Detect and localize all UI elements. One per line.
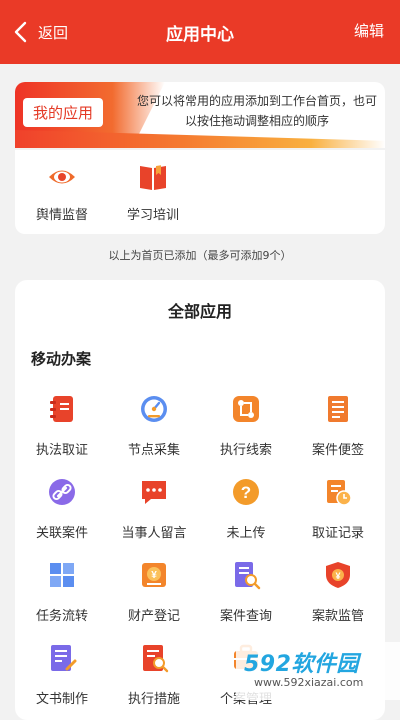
watermark: 592软件园 www.592xiazai.com bbox=[236, 642, 400, 700]
notepad-icon bbox=[328, 396, 348, 422]
my-apps-list: 舆情监督 学习培训 bbox=[15, 150, 385, 234]
app-related-cases[interactable]: 关联案件 bbox=[16, 477, 108, 541]
money-icon: ¥ bbox=[142, 563, 166, 587]
app-label: 执行措施 bbox=[127, 692, 180, 707]
eye-icon bbox=[45, 160, 79, 194]
app-case-notes[interactable]: 案件便签 bbox=[292, 394, 384, 458]
my-apps-card: 我的应用 您可以将常用的应用添加到工作台首页，也可以按住拖动调整相应的顺序 舆情… bbox=[15, 82, 385, 234]
app-label: 执法取证 bbox=[35, 443, 88, 458]
watermark-logo: 592软件园 bbox=[244, 652, 359, 677]
app-label: 执行线索 bbox=[219, 443, 272, 458]
svg-text:¥: ¥ bbox=[335, 571, 340, 581]
gauge-icon bbox=[141, 396, 167, 422]
app-node-collection[interactable]: 节点采集 bbox=[108, 394, 200, 458]
my-app-public-opinion[interactable]: 舆情监督 bbox=[22, 160, 102, 223]
page-title: 应用中心 bbox=[166, 25, 234, 45]
app-payment-supervision[interactable]: ¥ 案款监管 bbox=[292, 560, 384, 624]
edit-button[interactable]: 编辑 bbox=[354, 20, 384, 41]
app-label: 任务流转 bbox=[35, 609, 88, 624]
app-label: 文书制作 bbox=[35, 692, 88, 707]
my-apps-tag: 我的应用 bbox=[23, 98, 104, 127]
app-header: 返回 应用中心 编辑 bbox=[0, 0, 400, 64]
app-task-transfer[interactable]: 任务流转 bbox=[16, 560, 108, 624]
notebook-icon bbox=[50, 396, 73, 422]
app-label: 未上传 bbox=[226, 526, 266, 541]
app-case-query[interactable]: 案件查询 bbox=[200, 560, 292, 624]
my-apps-note: 以上为首页已添加（最多可添加9个） bbox=[108, 249, 292, 262]
app-document-production[interactable]: 文书制作 bbox=[16, 643, 108, 707]
my-apps-banner: 我的应用 您可以将常用的应用添加到工作台首页，也可以按住拖动调整相应的顺序 bbox=[15, 82, 385, 148]
record-clock-icon bbox=[327, 480, 352, 506]
banner-stripe bbox=[15, 130, 385, 148]
my-app-label: 学习培训 bbox=[126, 208, 179, 223]
book-icon bbox=[136, 160, 170, 194]
my-app-training[interactable]: 学习培训 bbox=[113, 160, 193, 223]
svg-text:¥: ¥ bbox=[151, 570, 157, 581]
app-enforcement-measures[interactable]: 执行措施 bbox=[108, 643, 200, 707]
app-label: 案件查询 bbox=[219, 609, 272, 624]
question-icon: ? bbox=[233, 479, 259, 505]
link-icon bbox=[49, 479, 75, 505]
shield-money-icon: ¥ bbox=[326, 562, 350, 588]
doc-edit-icon bbox=[51, 645, 77, 671]
app-label: 当事人留言 bbox=[121, 526, 187, 541]
all-apps-title: 全部应用 bbox=[167, 302, 232, 321]
app-evidence-collection[interactable]: 执法取证 bbox=[16, 394, 108, 458]
doc-search-icon bbox=[143, 645, 169, 673]
app-label: 财产登记 bbox=[127, 609, 180, 624]
app-party-messages[interactable]: 当事人留言 bbox=[108, 477, 200, 541]
app-label: 案件便签 bbox=[311, 443, 364, 458]
app-label: 取证记录 bbox=[311, 526, 364, 541]
route-icon bbox=[233, 396, 259, 422]
my-apps-description: 您可以将常用的应用添加到工作台首页，也可以按住拖动调整相应的顺序 bbox=[136, 94, 377, 128]
app-not-uploaded[interactable]: ? 未上传 bbox=[200, 477, 292, 541]
app-property-registration[interactable]: ¥ 财产登记 bbox=[108, 560, 200, 624]
section-title: 移动办案 bbox=[31, 350, 92, 368]
my-app-label: 舆情监督 bbox=[35, 208, 88, 223]
watermark-url: www.592xiazai.com bbox=[254, 676, 364, 689]
svg-text:?: ? bbox=[241, 483, 251, 502]
grid-icon bbox=[50, 563, 74, 587]
app-evidence-records[interactable]: 取证记录 bbox=[292, 477, 384, 541]
app-label: 关联案件 bbox=[35, 526, 88, 541]
app-label: 节点采集 bbox=[127, 443, 180, 458]
app-execution-clues[interactable]: 执行线索 bbox=[200, 394, 292, 458]
app-label: 案款监管 bbox=[311, 609, 364, 624]
chat-icon bbox=[142, 481, 166, 504]
search-doc-icon bbox=[235, 562, 261, 590]
